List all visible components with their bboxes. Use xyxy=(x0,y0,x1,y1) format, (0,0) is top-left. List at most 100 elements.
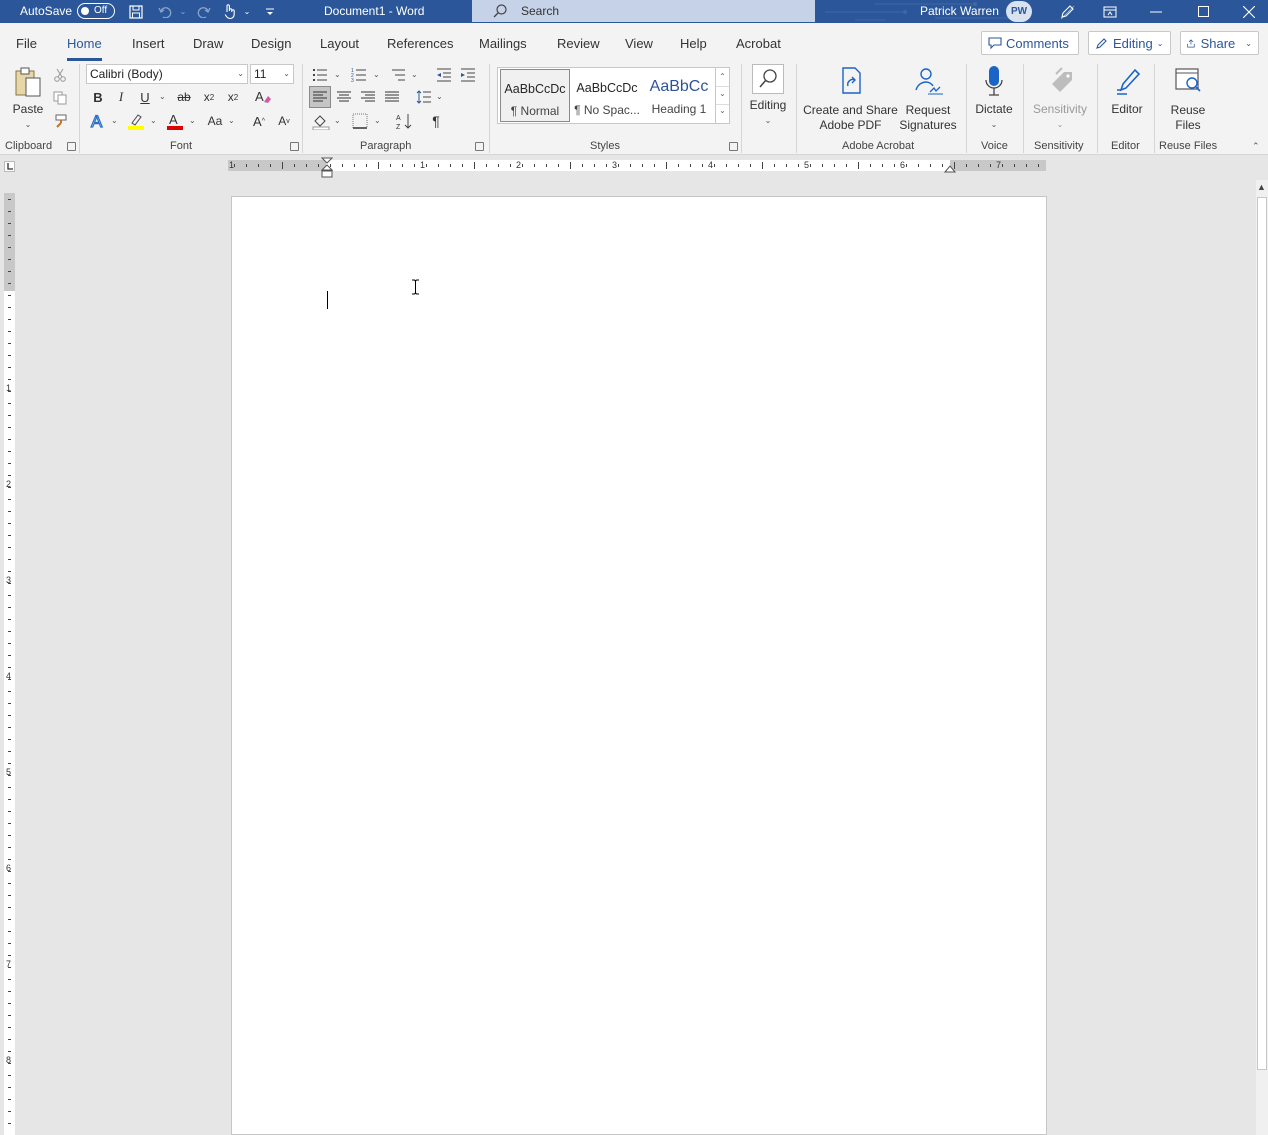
more-styles-icon[interactable]: ⌄ xyxy=(716,104,729,122)
highlight-dropdown-icon[interactable]: ⌄ xyxy=(150,116,157,125)
text-effects-dropdown-icon[interactable]: ⌄ xyxy=(111,116,118,125)
tab-layout[interactable]: Layout xyxy=(320,36,359,51)
tab-view[interactable]: View xyxy=(625,36,653,51)
right-indent-icon[interactable] xyxy=(944,164,956,173)
undo-icon[interactable] xyxy=(156,3,174,20)
decrease-indent-icon[interactable] xyxy=(433,64,455,86)
redo-icon[interactable] xyxy=(195,3,213,20)
style-normal[interactable]: AaBbCcDc ¶ Normal xyxy=(500,69,570,122)
editing-button[interactable]: Editing ⌄ xyxy=(747,64,789,128)
vertical-scrollbar[interactable]: ▲ xyxy=(1256,180,1268,1135)
tab-home[interactable]: Home xyxy=(67,36,102,61)
borders-dropdown-icon[interactable]: ⌄ xyxy=(374,116,381,125)
styles-launcher-icon[interactable] xyxy=(729,142,738,151)
clipboard-launcher-icon[interactable] xyxy=(67,142,76,151)
close-icon[interactable] xyxy=(1226,0,1268,23)
underline-button[interactable]: U xyxy=(134,86,156,108)
indent-markers-icon[interactable] xyxy=(321,157,333,179)
avatar[interactable]: PW xyxy=(1006,1,1032,22)
font-size-select[interactable]: 11 ⌄ xyxy=(250,64,294,84)
grow-font-icon[interactable]: A ^ xyxy=(248,110,270,132)
editor-button[interactable]: Editor xyxy=(1104,64,1150,117)
superscript-button[interactable]: x2 xyxy=(222,86,244,108)
tab-draw[interactable]: Draw xyxy=(193,36,223,51)
font-color-icon[interactable]: A xyxy=(164,110,186,132)
multilevel-dropdown-icon[interactable]: ⌄ xyxy=(411,70,418,79)
minimize-icon[interactable] xyxy=(1133,0,1179,23)
search-box[interactable]: Search xyxy=(472,0,815,22)
justify-button[interactable] xyxy=(381,86,403,108)
tab-mailings[interactable]: Mailings xyxy=(479,36,527,51)
bold-button[interactable]: B xyxy=(87,86,109,108)
underline-dropdown-icon[interactable]: ⌄ xyxy=(159,92,166,101)
paragraph-launcher-icon[interactable] xyxy=(475,142,484,151)
highlight-icon[interactable] xyxy=(125,110,147,132)
font-color-dropdown-icon[interactable]: ⌄ xyxy=(189,116,196,125)
bullets-icon[interactable] xyxy=(309,64,331,86)
line-spacing-icon[interactable] xyxy=(413,86,435,108)
text-effects-icon[interactable]: A xyxy=(87,110,109,132)
vertical-ruler[interactable]: 1 2 3 4 5 6 7 8 xyxy=(4,193,15,1135)
line-spacing-dropdown-icon[interactable]: ⌄ xyxy=(436,92,443,101)
style-heading-1[interactable]: AaBbCc Heading 1 xyxy=(644,69,714,122)
user-name[interactable]: Patrick Warren xyxy=(920,4,999,19)
tab-references[interactable]: References xyxy=(387,36,453,51)
styles-scroll[interactable]: ⌃ ⌄ ⌄ xyxy=(715,68,729,123)
format-painter-icon[interactable] xyxy=(49,110,71,132)
horizontal-ruler[interactable]: 1 1 2 3 4 5 6 7 xyxy=(228,160,1046,171)
numbering-icon[interactable]: 123 xyxy=(348,64,370,86)
tab-file[interactable]: File xyxy=(16,36,37,51)
copy-icon[interactable] xyxy=(49,87,71,109)
clear-formatting-icon[interactable]: A xyxy=(252,86,274,108)
document-page[interactable] xyxy=(231,196,1047,1135)
subscript-button[interactable]: x2 xyxy=(198,86,220,108)
style-no-spacing[interactable]: AaBbCcDc ¶ No Spac... xyxy=(572,69,642,122)
shading-icon[interactable] xyxy=(310,110,332,132)
collapse-ribbon-icon[interactable]: ⌃ xyxy=(1252,141,1260,152)
tab-design[interactable]: Design xyxy=(251,36,291,51)
tab-insert[interactable]: Insert xyxy=(132,36,165,51)
save-icon[interactable] xyxy=(127,3,145,20)
increase-indent-icon[interactable] xyxy=(457,64,479,86)
sensitivity-button[interactable]: Sensitivity ⌄ xyxy=(1030,64,1090,132)
tab-help[interactable]: Help xyxy=(680,36,707,51)
shading-dropdown-icon[interactable]: ⌄ xyxy=(334,116,341,125)
scroll-up-icon[interactable]: ▲ xyxy=(1257,182,1266,192)
align-center-button[interactable] xyxy=(333,86,355,108)
bullets-dropdown-icon[interactable]: ⌄ xyxy=(334,70,341,79)
show-formatting-marks-icon[interactable]: ¶ xyxy=(425,110,447,132)
request-signatures-button[interactable]: Request Signatures xyxy=(898,66,958,133)
pen-icon[interactable] xyxy=(1044,0,1090,23)
chevron-down-icon[interactable]: ⌄ xyxy=(716,86,729,104)
change-case-dropdown-icon[interactable]: ⌄ xyxy=(228,116,235,125)
touch-dropdown-icon[interactable]: ⌄ xyxy=(238,3,256,20)
tab-acrobat[interactable]: Acrobat xyxy=(736,36,781,51)
tab-selector[interactable] xyxy=(4,161,15,172)
touch-mouse-mode-icon[interactable] xyxy=(220,3,238,20)
align-right-button[interactable] xyxy=(357,86,379,108)
create-share-pdf-button[interactable]: Create and Share Adobe PDF xyxy=(803,66,898,133)
editing-mode-button[interactable]: Editing ⌄ xyxy=(1088,31,1171,55)
scrollbar-thumb[interactable] xyxy=(1257,197,1267,1070)
dictate-button[interactable]: Dictate ⌄ xyxy=(972,64,1016,132)
reuse-files-button[interactable]: Reuse Files xyxy=(1162,66,1214,133)
cut-icon[interactable] xyxy=(49,64,71,86)
autosave-toggle[interactable]: Off xyxy=(77,3,115,19)
font-name-select[interactable]: Calibri (Body) ⌄ xyxy=(86,64,248,84)
undo-dropdown-icon[interactable]: ⌄ xyxy=(174,3,192,20)
strikethrough-button[interactable]: ab xyxy=(173,86,195,108)
italic-button[interactable]: I xyxy=(110,86,132,108)
share-button[interactable]: Share ⌄ xyxy=(1180,31,1259,55)
customize-qat-icon[interactable] xyxy=(261,3,279,20)
numbering-dropdown-icon[interactable]: ⌄ xyxy=(373,70,380,79)
tab-review[interactable]: Review xyxy=(557,36,600,51)
paste-button[interactable]: Paste ⌄ xyxy=(10,66,46,130)
change-case-icon[interactable]: Aa xyxy=(204,110,226,132)
sort-icon[interactable]: AZ xyxy=(394,110,416,132)
font-launcher-icon[interactable] xyxy=(290,142,299,151)
align-left-button[interactable] xyxy=(309,86,331,108)
comments-button[interactable]: Comments xyxy=(981,31,1079,55)
ribbon-display-options-icon[interactable] xyxy=(1087,0,1133,23)
borders-icon[interactable] xyxy=(349,110,371,132)
shrink-font-icon[interactable]: Av xyxy=(273,110,295,132)
